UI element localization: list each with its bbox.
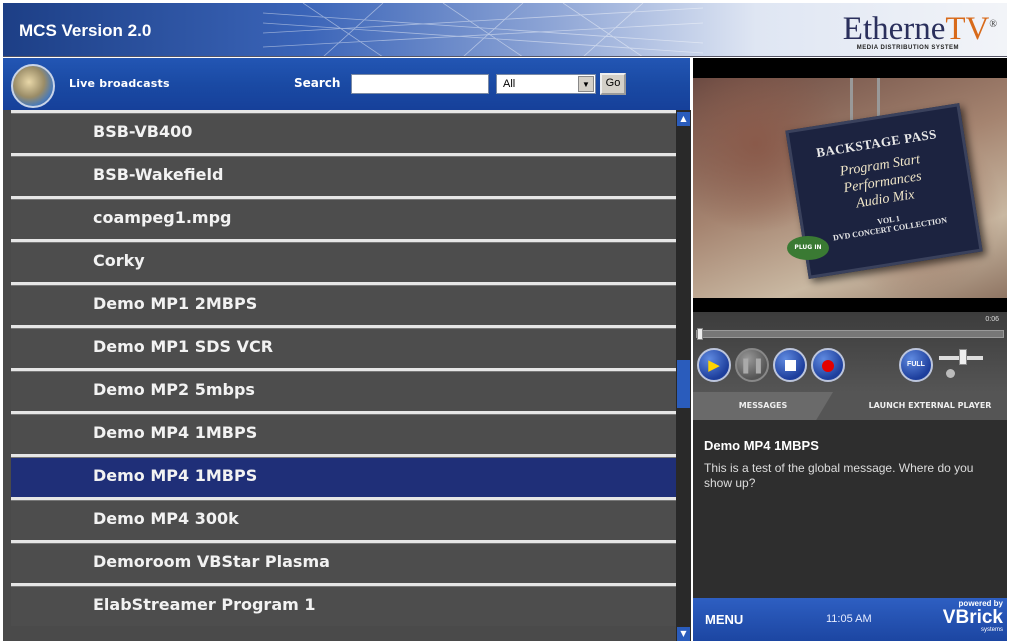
messages-panel: Demo MP4 1MBPS This is a test of the glo… [693, 420, 1007, 598]
scroll-thumb[interactable] [677, 360, 690, 408]
channel-row[interactable]: Demo MP4 1MBPS [11, 411, 676, 454]
stop-button[interactable] [773, 348, 807, 382]
channel-label: Demo MP4 1MBPS [93, 423, 258, 442]
channel-row[interactable]: Demo MP4 300k [11, 497, 676, 540]
search-input[interactable] [351, 74, 489, 94]
title-bar: MCS Version 2.0 EtherneTV® MEDIA DISTRIB… [3, 3, 1007, 57]
pause-button[interactable]: ❚❚ [735, 348, 769, 382]
channel-row[interactable]: coampeg1.mpg [11, 196, 676, 239]
channel-label: Corky [93, 251, 145, 270]
channel-label: Demo MP4 300k [93, 509, 239, 528]
channel-label: ElabStreamer Program 1 [93, 595, 316, 614]
tab-launch-external-player[interactable]: LAUNCH EXTERNAL PLAYER [853, 392, 1007, 420]
play-icon: ▶ [708, 356, 720, 374]
channel-label: Demo MP4 1MBPS [93, 466, 258, 485]
play-button[interactable]: ▶ [697, 348, 731, 382]
channel-row[interactable]: ElabStreamer Program 1 [11, 583, 676, 626]
progress-track[interactable] [696, 330, 1004, 338]
mesh-decoration [263, 3, 703, 56]
fullscreen-button[interactable]: FULL [899, 348, 933, 382]
channel-row[interactable]: BSB-Wakefield [11, 153, 676, 196]
channel-row[interactable]: Demo MP4 1MBPS [11, 454, 676, 497]
go-button[interactable]: Go [600, 73, 626, 95]
channel-label: BSB-Wakefield [93, 165, 224, 184]
video-area[interactable]: BACKSTAGE PASS Program Start Performances… [693, 58, 1007, 312]
chevron-down-icon[interactable]: ▼ [578, 76, 594, 92]
player-tabs: MESSAGES LAUNCH EXTERNAL PLAYER [693, 392, 1007, 420]
channel-label: Demo MP2 5mbps [93, 380, 255, 399]
progress-handle[interactable] [697, 328, 703, 340]
channel-label: Demo MP1 2MBPS [93, 294, 258, 313]
player-controls: 0:06 ▶ ❚❚ FULL [693, 312, 1007, 392]
channel-label: BSB-VB400 [93, 122, 193, 141]
filter-select[interactable]: All ▼ [496, 74, 596, 94]
globe-icon[interactable] [11, 64, 55, 108]
mute-icon[interactable] [946, 369, 955, 378]
video-frame: BACKSTAGE PASS Program Start Performances… [693, 78, 1007, 298]
list-scrollbar[interactable]: ▲ ▼ [676, 110, 691, 641]
toolbar: Live broadcasts Search All ▼ Go [3, 58, 690, 110]
tab-messages[interactable]: MESSAGES [693, 392, 833, 420]
ethernetv-logo: EtherneTV® MEDIA DISTRIBUTION SYSTEM [842, 11, 997, 51]
channel-label: coampeg1.mpg [93, 208, 232, 227]
stop-icon [784, 360, 796, 371]
message-body: This is a test of the global message. Wh… [704, 461, 974, 490]
record-button[interactable] [811, 348, 845, 382]
search-label: Search [294, 76, 341, 90]
scroll-up-arrow-icon[interactable]: ▲ [677, 112, 690, 126]
section-label: Live broadcasts [69, 77, 170, 90]
channel-row[interactable]: Demoroom VBStar Plasma [11, 540, 676, 583]
channel-row[interactable]: BSB-VB400 [11, 110, 676, 153]
channel-label: Demoroom VBStar Plasma [93, 552, 330, 571]
pause-icon: ❚❚ [739, 356, 765, 374]
menu-button[interactable]: MENU [705, 612, 743, 627]
time-readout: 0:06 [985, 316, 999, 323]
volume-handle[interactable] [959, 349, 967, 365]
player-panel: BACKSTAGE PASS Program Start Performances… [693, 58, 1007, 641]
channel-row[interactable]: Demo MP1 SDS VCR [11, 325, 676, 368]
vbrick-logo: powered by VBrick systems [942, 599, 1003, 633]
message-title: Demo MP4 1MBPS [704, 438, 819, 453]
record-icon [822, 359, 834, 372]
pass-sticker: PLUG IN [787, 236, 829, 260]
channel-list: BSB-VB400 BSB-Wakefield coampeg1.mpg Corky D… [3, 110, 676, 641]
channel-row[interactable]: Demo MP1 2MBPS [11, 282, 676, 325]
scroll-down-arrow-icon[interactable]: ▼ [677, 627, 690, 641]
player-footer: MENU 11:05 AM powered by VBrick systems [693, 598, 1007, 641]
clock: 11:05 AM [826, 613, 872, 625]
app-title: MCS Version 2.0 [19, 21, 152, 40]
channel-label: Demo MP1 SDS VCR [93, 337, 274, 356]
filter-select-value: All [503, 78, 516, 90]
channel-row[interactable]: Demo MP2 5mbps [11, 368, 676, 411]
channel-row[interactable]: Corky [11, 239, 676, 282]
